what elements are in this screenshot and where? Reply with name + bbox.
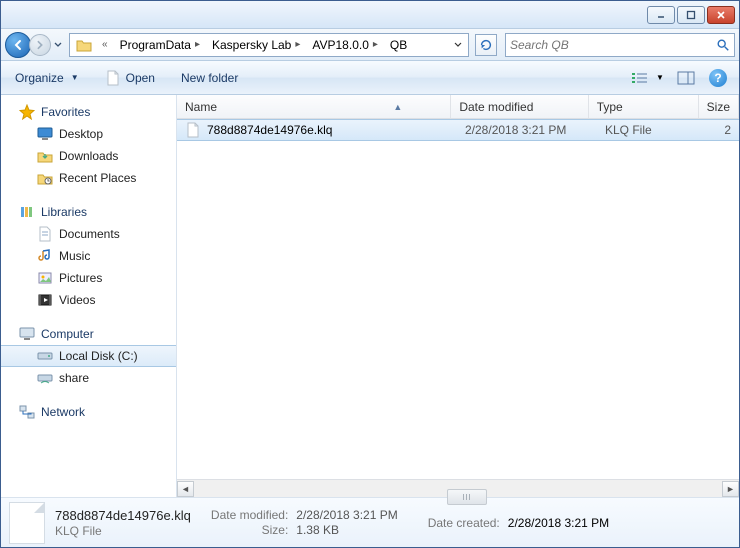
chevron-right-icon: ▸ <box>373 39 378 50</box>
file-large-icon <box>9 502 45 544</box>
folder-icon <box>76 37 92 53</box>
window-controls <box>647 6 735 24</box>
chevron-left-icon: « <box>102 39 108 50</box>
search-icon <box>716 38 730 52</box>
details-filetype: KLQ File <box>55 524 191 538</box>
videos-icon <box>37 292 53 308</box>
column-headers: Name▲ Date modified Type Size <box>177 95 739 119</box>
recent-icon <box>37 170 53 186</box>
sidebar-item-share[interactable]: share <box>1 367 176 389</box>
file-list[interactable]: 788d8874de14976e.klq 2/28/2018 3:21 PM K… <box>177 119 739 479</box>
sidebar-item-downloads[interactable]: Downloads <box>1 145 176 167</box>
details-filename: 788d8874de14976e.klq <box>55 508 191 523</box>
back-button[interactable] <box>5 32 31 58</box>
page-icon <box>105 70 121 86</box>
address-dropdown[interactable] <box>448 34 466 56</box>
details-pane: 788d8874de14976e.klq KLQ File Date modif… <box>1 497 739 547</box>
file-row[interactable]: 788d8874de14976e.klq 2/28/2018 3:21 PM K… <box>177 119 739 141</box>
file-date: 2/28/2018 3:21 PM <box>457 123 597 137</box>
details-size-value: 1.38 KB <box>296 523 397 537</box>
pictures-icon <box>37 270 53 286</box>
scroll-left-button[interactable]: ◄ <box>177 481 194 497</box>
help-icon: ? <box>709 69 727 87</box>
chevron-down-icon: ▼ <box>71 73 79 82</box>
sidebar-item-music[interactable]: Music <box>1 245 176 267</box>
music-icon <box>37 248 53 264</box>
search-box[interactable] <box>505 33 735 57</box>
view-options[interactable]: ▼ <box>625 66 667 90</box>
downloads-icon <box>37 148 53 164</box>
network-drive-icon <box>37 370 53 386</box>
new-folder-button[interactable]: New folder <box>175 68 244 88</box>
chevron-down-icon: ▼ <box>654 67 666 89</box>
sidebar-item-videos[interactable]: Videos <box>1 289 176 311</box>
scroll-right-button[interactable]: ► <box>722 481 739 497</box>
sidebar-item-pictures[interactable]: Pictures <box>1 267 176 289</box>
file-name: 788d8874de14976e.klq <box>207 123 332 137</box>
breadcrumb-item[interactable]: QB <box>384 35 413 55</box>
libraries-icon <box>19 204 35 220</box>
breadcrumb-item[interactable]: AVP18.0.0▸ <box>306 35 384 55</box>
search-input[interactable] <box>510 38 716 52</box>
organize-menu[interactable]: Organize▼ <box>9 68 85 88</box>
column-type[interactable]: Type <box>589 95 699 118</box>
sidebar-item-local-disk[interactable]: Local Disk (C:) <box>1 345 176 367</box>
column-date[interactable]: Date modified <box>451 95 588 118</box>
column-size[interactable]: Size <box>699 95 739 118</box>
desktop-icon <box>37 126 53 142</box>
sidebar-item-recent[interactable]: Recent Places <box>1 167 176 189</box>
breadcrumb-item[interactable]: Kaspersky Lab▸ <box>206 35 306 55</box>
sort-asc-icon: ▲ <box>393 102 442 112</box>
maximize-button[interactable] <box>677 6 705 24</box>
sidebar-computer[interactable]: Computer <box>1 323 176 345</box>
file-size: 2 <box>709 123 739 137</box>
details-created-value: 2/28/2018 3:21 PM <box>508 516 609 530</box>
document-icon <box>37 226 53 242</box>
sidebar-network[interactable]: Network <box>1 401 176 423</box>
scroll-thumb[interactable] <box>447 489 487 505</box>
help-button[interactable]: ? <box>705 67 731 89</box>
network-icon <box>19 404 35 420</box>
details-created-label: Date created: <box>428 516 500 530</box>
breadcrumb-item[interactable]: ProgramData▸ <box>114 35 206 55</box>
preview-pane-toggle[interactable] <box>673 67 699 89</box>
breadcrumb-overflow[interactable]: « <box>96 36 114 53</box>
details-modified-label: Date modified: <box>211 508 288 522</box>
computer-icon <box>19 326 35 342</box>
details-size-label: Size: <box>211 523 288 537</box>
drive-icon <box>37 348 53 364</box>
file-icon <box>185 122 201 138</box>
file-type: KLQ File <box>597 123 709 137</box>
chevron-right-icon: ▸ <box>195 39 200 50</box>
open-button[interactable]: Open <box>99 67 161 89</box>
command-bar: Organize▼ Open New folder ▼ ? <box>1 61 739 95</box>
sidebar-item-desktop[interactable]: Desktop <box>1 123 176 145</box>
explorer-window: « ProgramData▸ Kaspersky Lab▸ AVP18.0.0▸… <box>0 0 740 548</box>
navigation-pane: Favorites Desktop Downloads Recent Place… <box>1 95 177 497</box>
history-dropdown[interactable] <box>51 32 65 58</box>
forward-button[interactable] <box>29 34 51 56</box>
content-pane: Name▲ Date modified Type Size 788d8874de… <box>177 95 739 497</box>
horizontal-scrollbar[interactable]: ◄ ► <box>177 479 739 497</box>
body: Favorites Desktop Downloads Recent Place… <box>1 95 739 497</box>
sidebar-item-documents[interactable]: Documents <box>1 223 176 245</box>
details-modified-value: 2/28/2018 3:21 PM <box>296 508 397 522</box>
sidebar-favorites[interactable]: Favorites <box>1 101 176 123</box>
close-button[interactable] <box>707 6 735 24</box>
sidebar-libraries[interactable]: Libraries <box>1 201 176 223</box>
address-bar[interactable]: « ProgramData▸ Kaspersky Lab▸ AVP18.0.0▸… <box>69 33 469 57</box>
chevron-right-icon: ▸ <box>295 39 300 50</box>
refresh-button[interactable] <box>475 34 497 56</box>
title-bar <box>1 1 739 29</box>
star-icon <box>19 104 35 120</box>
column-name[interactable]: Name▲ <box>177 95 451 118</box>
nav-bar: « ProgramData▸ Kaspersky Lab▸ AVP18.0.0▸… <box>1 29 739 61</box>
minimize-button[interactable] <box>647 6 675 24</box>
